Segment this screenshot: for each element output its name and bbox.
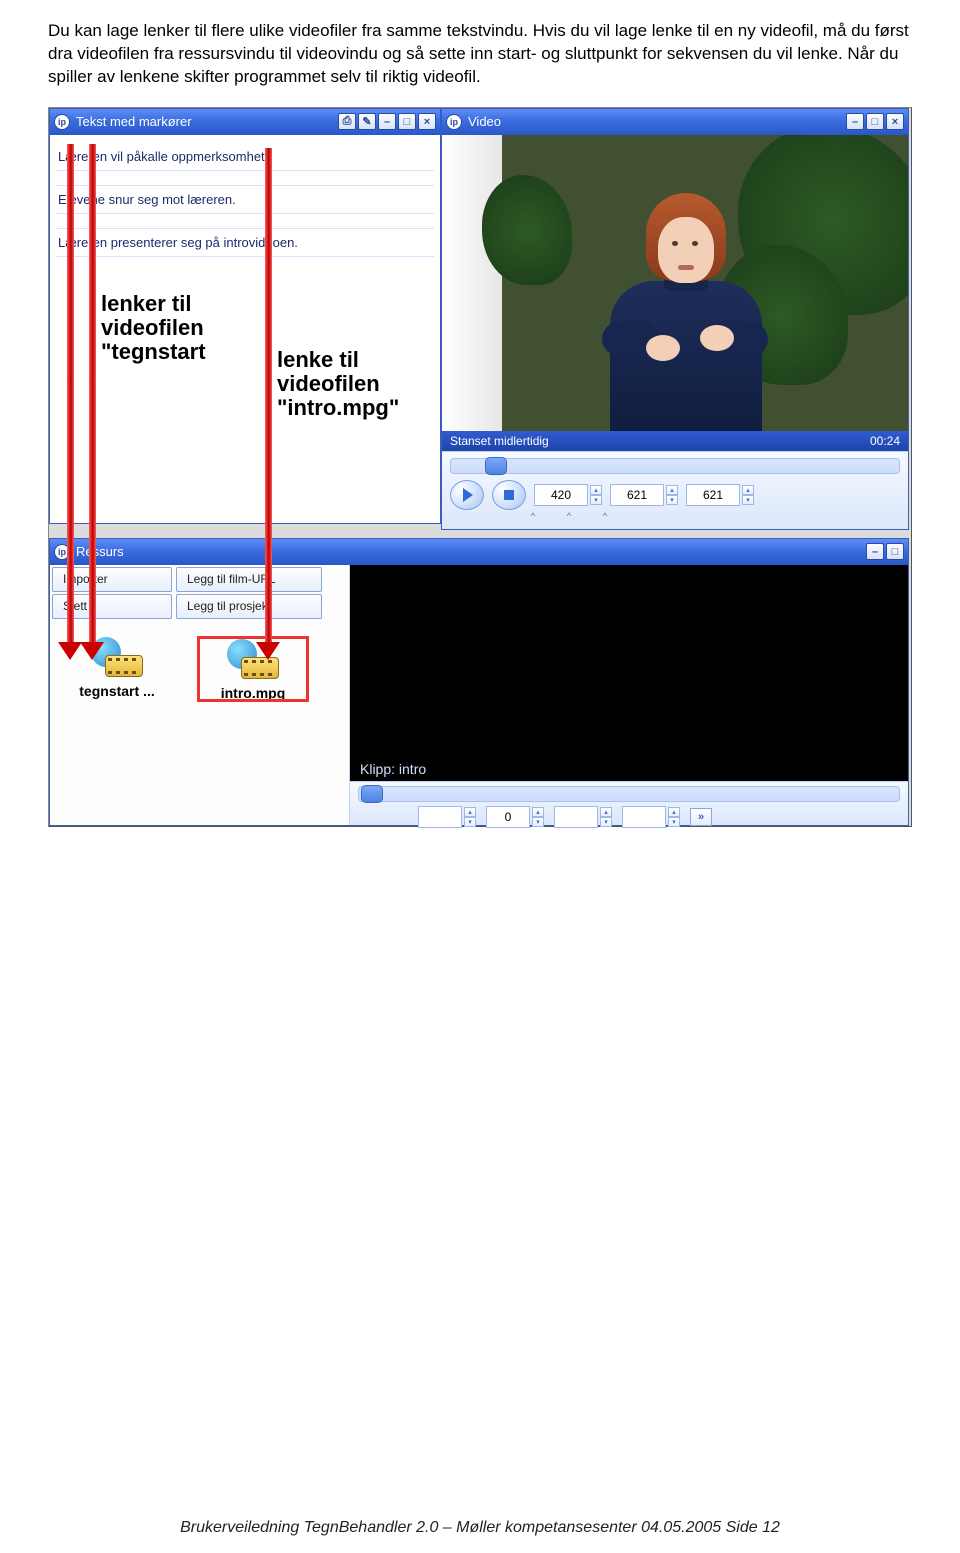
text-window-titlebar: ip Tekst med markører ⎙ ✎ – □ × xyxy=(50,109,440,135)
anchor-icon[interactable]: ^ xyxy=(526,512,540,521)
anchor-icon[interactable]: ^ xyxy=(598,512,612,521)
video-slider[interactable] xyxy=(450,458,900,474)
res-extra-input[interactable] xyxy=(622,806,666,828)
play-icon xyxy=(463,488,473,502)
app-icon: ip xyxy=(54,114,70,130)
arrow-3 xyxy=(265,148,272,644)
video-time: 00:24 xyxy=(870,434,900,448)
frame-start-box[interactable]: ▴▾ xyxy=(534,484,602,506)
minimize-icon[interactable]: – xyxy=(378,113,396,130)
spin-down-icon[interactable]: ▾ xyxy=(464,817,476,827)
edit-icon[interactable]: ✎ xyxy=(358,113,376,130)
res-cur-input[interactable] xyxy=(486,806,530,828)
spin-up-icon[interactable]: ▴ xyxy=(532,807,544,817)
clip-label: Klipp: intro xyxy=(360,761,426,777)
slider-thumb[interactable] xyxy=(485,457,507,475)
stop-icon xyxy=(504,490,514,500)
video-window-title: Video xyxy=(468,114,844,129)
spin-down-icon[interactable]: ▾ xyxy=(590,495,602,505)
spin-down-icon[interactable]: ▾ xyxy=(668,817,680,827)
video-window-titlebar: ip Video – □ × xyxy=(442,109,908,135)
thumb-label: tegnstart ... xyxy=(79,683,154,699)
spin-up-icon[interactable]: ▴ xyxy=(668,807,680,817)
app-icon: ip xyxy=(446,114,462,130)
arrow-2 xyxy=(89,144,96,644)
arrow-1 xyxy=(67,144,74,644)
screenshot-composite: lenker til videofilen "tegnstart lenke t… xyxy=(48,107,912,827)
editor-line[interactable]: Læreren presenterer seg på introvideoen. xyxy=(56,228,434,257)
frame-start-input[interactable] xyxy=(534,484,588,506)
video-controls: ▴▾ ▴▾ ▴▾ ^ ^ ^ xyxy=(442,451,908,529)
minimize-icon[interactable]: – xyxy=(866,543,884,560)
maximize-icon[interactable]: □ xyxy=(398,113,416,130)
maximize-icon[interactable]: □ xyxy=(886,543,904,560)
close-icon[interactable]: × xyxy=(418,113,436,130)
spin-up-icon[interactable]: ▴ xyxy=(742,485,754,495)
add-project-button[interactable]: Legg til prosjekt xyxy=(176,594,322,619)
play-button[interactable] xyxy=(450,480,484,510)
resource-titlebar: ip Ressurs – □ xyxy=(50,539,908,565)
frame-end-box[interactable]: ▴▾ xyxy=(686,484,754,506)
spin-up-icon[interactable]: ▴ xyxy=(464,807,476,817)
frame-cur-input[interactable] xyxy=(610,484,664,506)
thumb-label: intro.mpg xyxy=(221,685,286,701)
res-end-input[interactable] xyxy=(554,806,598,828)
video-frame xyxy=(442,135,908,431)
maximize-icon[interactable]: □ xyxy=(866,113,884,130)
video-status-text: Stanset midlertidig xyxy=(450,434,549,448)
anchor-icon[interactable]: ^ xyxy=(562,512,576,521)
resource-slider[interactable] xyxy=(358,786,900,802)
stop-button[interactable] xyxy=(492,480,526,510)
resource-title: Ressurs xyxy=(76,544,864,559)
video-person xyxy=(572,171,796,431)
minimize-icon[interactable]: – xyxy=(846,113,864,130)
spin-up-icon[interactable]: ▴ xyxy=(600,807,612,817)
editor-line[interactable]: Læreren vil påkalle oppmerksomhet. xyxy=(56,143,434,171)
slider-thumb[interactable] xyxy=(361,785,383,803)
spin-down-icon[interactable]: ▾ xyxy=(532,817,544,827)
resource-preview: Klipp: intro ▴▾ ▴▾ ▴▾ ▴▾ » xyxy=(350,565,908,825)
print-icon[interactable]: ⎙ xyxy=(338,113,356,130)
spin-up-icon[interactable]: ▴ xyxy=(666,485,678,495)
resource-controls: ▴▾ ▴▾ ▴▾ ▴▾ » xyxy=(350,781,908,825)
add-url-button[interactable]: Legg til film-URL xyxy=(176,567,322,592)
spin-down-icon[interactable]: ▾ xyxy=(600,817,612,827)
spin-down-icon[interactable]: ▾ xyxy=(742,495,754,505)
video-status-strip: Stanset midlertidig 00:24 xyxy=(442,431,908,451)
resource-thumb-intro[interactable]: intro.mpg xyxy=(198,637,308,701)
page-footer: Brukerveiledning TegnBehandler 2.0 – Møl… xyxy=(0,1519,960,1537)
video-window: ip Video – □ × xyxy=(441,108,909,530)
close-icon[interactable]: × xyxy=(886,113,904,130)
resource-window: ip Ressurs – □ Importer Legg til film-UR… xyxy=(49,538,909,826)
frame-cur-box[interactable]: ▴▾ xyxy=(610,484,678,506)
text-markers-window: ip Tekst med markører ⎙ ✎ – □ × Læreren … xyxy=(49,108,441,524)
spin-up-icon[interactable]: ▴ xyxy=(590,485,602,495)
res-start-input[interactable] xyxy=(418,806,462,828)
editor-line[interactable]: Elevene snur seg mot læreren. xyxy=(56,185,434,214)
text-editor-body[interactable]: Læreren vil påkalle oppmerksomhet. Eleve… xyxy=(50,135,440,523)
spin-down-icon[interactable]: ▾ xyxy=(666,495,678,505)
frame-end-input[interactable] xyxy=(686,484,740,506)
text-window-title: Tekst med markører xyxy=(76,114,336,129)
fast-forward-button[interactable]: » xyxy=(690,808,712,826)
intro-paragraph: Du kan lage lenker til flere ulike video… xyxy=(48,20,912,89)
